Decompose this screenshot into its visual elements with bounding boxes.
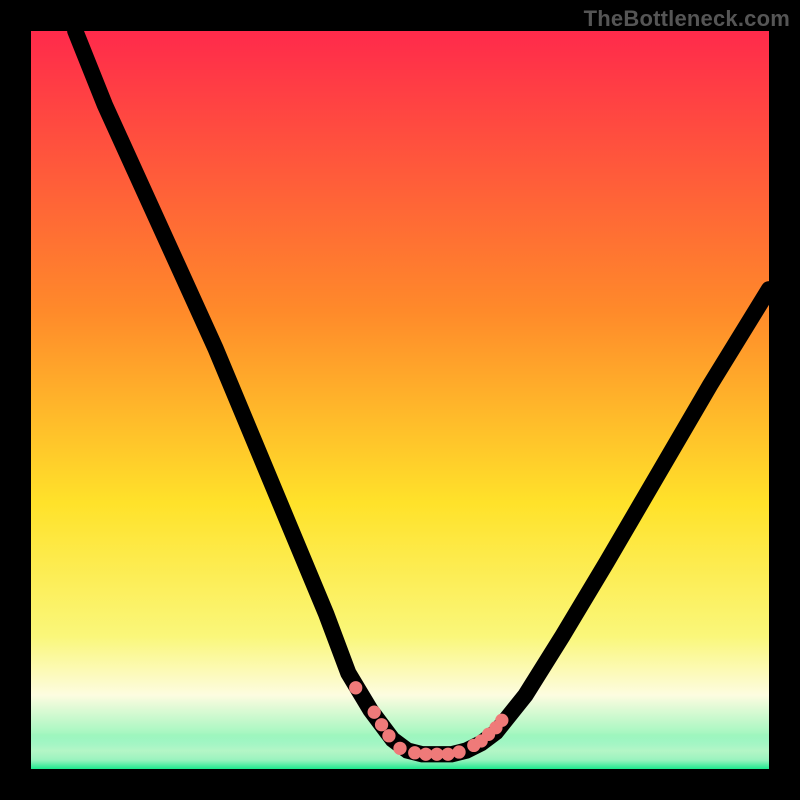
curve-marker [375, 718, 388, 731]
curve-marker [441, 748, 454, 761]
curve-marker [452, 745, 465, 758]
plot-area [31, 31, 769, 769]
curve-marker [495, 714, 508, 727]
curve-marker [393, 742, 406, 755]
curve-marker [382, 729, 395, 742]
bottleneck-chart [31, 31, 769, 769]
curve-marker [349, 681, 362, 694]
curve-marker [368, 706, 381, 719]
outer-frame: TheBottleneck.com [0, 0, 800, 800]
watermark-text: TheBottleneck.com [584, 6, 790, 32]
